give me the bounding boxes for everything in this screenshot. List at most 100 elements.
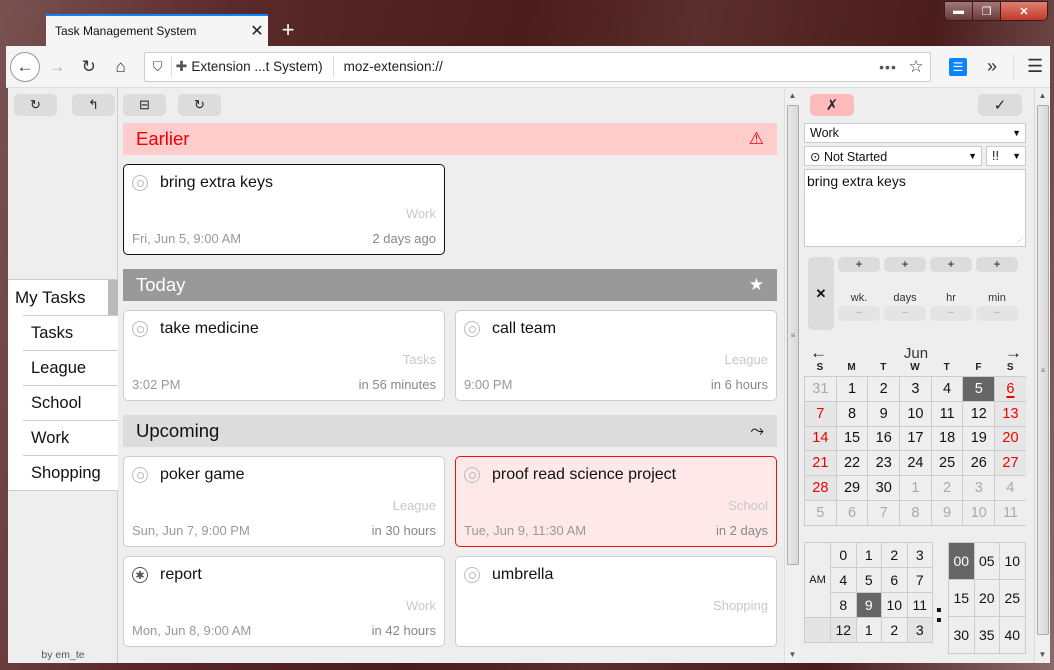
not-started-status-icon[interactable] xyxy=(132,321,148,337)
calendar-day[interactable]: 22 xyxy=(836,451,869,477)
calendar-day[interactable]: 11 xyxy=(931,401,964,427)
minute-cell[interactable]: 00 xyxy=(949,542,975,580)
task-card[interactable]: proof read science project School Tue, Jun… xyxy=(455,456,777,547)
resize-grip-icon[interactable]: ⋰ xyxy=(1016,237,1023,245)
list-group-header[interactable]: My Tasks xyxy=(8,280,118,315)
calendar-day[interactable]: 5 xyxy=(963,377,996,402)
url-bar[interactable]: ⛉ ✚ Extension ...t System) moz-extension… xyxy=(143,51,932,82)
not-started-status-icon[interactable] xyxy=(132,175,148,191)
calendar-day[interactable]: 8 xyxy=(836,401,869,427)
hour-cell[interactable]: 2 xyxy=(882,617,908,643)
sidebar-item-shopping[interactable]: Shopping xyxy=(23,455,118,490)
calendar-day[interactable]: 6 xyxy=(836,500,869,526)
calendar-day[interactable]: 21 xyxy=(805,451,837,477)
calendar-day[interactable]: 14 xyxy=(805,426,837,452)
task-card[interactable]: ✱ report Work Mon, Jun 8, 9:00 AM in 42 hour… xyxy=(123,556,445,647)
task-card[interactable]: umbrella Shopping xyxy=(455,556,777,647)
main-refresh-button[interactable]: ↻ xyxy=(178,94,221,116)
task-extension-icon[interactable]: ☰ xyxy=(949,57,968,76)
hour-cell[interactable]: 3 xyxy=(907,617,933,643)
calendar-day[interactable]: 30 xyxy=(868,476,901,501)
list-select[interactable]: Work ▼ xyxy=(804,123,1026,143)
calendar-day[interactable]: 9 xyxy=(931,500,964,526)
calendar-day[interactable]: 24 xyxy=(900,451,932,477)
next-month-button[interactable]: → xyxy=(1005,343,1022,363)
calendar-day[interactable]: 9 xyxy=(868,401,901,427)
minute-cell[interactable]: 10 xyxy=(1000,542,1026,580)
hamburger-menu-icon[interactable]: ☰ xyxy=(1020,56,1050,77)
hour-cell[interactable]: 3 xyxy=(907,542,933,568)
list-group-scroll-handle[interactable] xyxy=(108,280,118,315)
calendar-day[interactable]: 8 xyxy=(900,500,932,526)
increment-button[interactable]: + xyxy=(930,257,972,272)
site-identity[interactable]: ✚ Extension ...t System) xyxy=(170,55,334,78)
hour-cell[interactable]: 0 xyxy=(831,542,857,568)
sidebar-item-tasks[interactable]: Tasks xyxy=(23,315,118,350)
editor-scrollbar[interactable]: ▲ ≡ ▼ xyxy=(1034,88,1050,663)
not-started-status-icon[interactable] xyxy=(132,467,148,483)
new-tab-button[interactable]: + xyxy=(278,17,298,43)
priority-select[interactable]: !! ▼ xyxy=(986,146,1026,166)
calendar-day[interactable]: 29 xyxy=(836,476,869,501)
section-header[interactable]: Today ★ xyxy=(123,269,777,301)
hour-cell[interactable]: 9 xyxy=(856,592,882,618)
minute-cell[interactable]: 05 xyxy=(974,542,1000,580)
calendar-day[interactable]: 27 xyxy=(995,451,1026,477)
calendar-day[interactable]: 13 xyxy=(995,401,1026,427)
increment-button[interactable]: + xyxy=(976,257,1018,272)
tab-close-icon[interactable]: ✕ xyxy=(246,21,268,41)
cancel-button[interactable]: ✗ xyxy=(810,94,854,116)
calendar-day[interactable]: 2 xyxy=(931,476,964,501)
task-text-input[interactable]: bring extra keys ⋰ xyxy=(804,169,1026,247)
calendar-day[interactable]: 31 xyxy=(805,377,837,402)
not-started-status-icon[interactable] xyxy=(464,567,480,583)
decrement-button[interactable]: – xyxy=(884,306,926,321)
task-card[interactable]: call team League 9:00 PM in 6 hours xyxy=(455,310,777,401)
hour-cell[interactable]: 2 xyxy=(882,542,908,568)
home-button[interactable]: ⌂ xyxy=(106,52,136,82)
calendar-day[interactable]: 4 xyxy=(931,377,964,402)
sidebar-item-league[interactable]: League xyxy=(23,350,118,385)
hour-cell[interactable]: 4 xyxy=(831,567,857,593)
section-header[interactable]: Upcoming ⤳ xyxy=(123,415,777,447)
scroll-thumb[interactable]: ≡ xyxy=(1037,105,1049,635)
clear-duration-button[interactable]: ✕ xyxy=(808,257,834,330)
back-button[interactable]: ← xyxy=(10,51,40,82)
hour-cell[interactable]: 5 xyxy=(856,567,882,593)
hour-cell[interactable]: 1 xyxy=(856,617,882,643)
calendar-day[interactable]: 7 xyxy=(868,500,901,526)
calendar-day[interactable]: 3 xyxy=(900,377,932,402)
main-scrollbar[interactable]: ▲ ≡ ▼ xyxy=(784,88,800,663)
calendar-day[interactable]: 2 xyxy=(868,377,901,402)
starred-status-icon[interactable]: ✱ xyxy=(132,567,148,583)
calendar-day[interactable]: 3 xyxy=(963,476,996,501)
section-header[interactable]: Earlier ⚠ xyxy=(123,123,777,155)
calendar-day[interactable]: 25 xyxy=(931,451,964,477)
sidebar-undo-button[interactable]: ↰ xyxy=(72,94,115,116)
url-text[interactable]: moz-extension:// xyxy=(334,59,874,74)
collapse-button[interactable]: ⊟ xyxy=(123,94,166,116)
minute-cell[interactable]: 20 xyxy=(974,579,1000,617)
save-button[interactable]: ✓ xyxy=(978,94,1022,116)
decrement-button[interactable]: – xyxy=(976,306,1018,321)
minute-cell[interactable]: 25 xyxy=(1000,579,1026,617)
calendar-day[interactable]: 10 xyxy=(963,500,996,526)
browser-tab[interactable]: Task Management System ✕ xyxy=(46,14,268,46)
hour-cell[interactable]: 12 xyxy=(831,617,857,643)
sidebar-item-work[interactable]: Work xyxy=(23,420,118,455)
not-started-status-icon[interactable] xyxy=(464,467,480,483)
pm-label[interactable] xyxy=(805,617,831,643)
page-actions-icon[interactable]: ••• xyxy=(874,59,902,75)
close-window-button[interactable]: ✕ xyxy=(1001,2,1047,20)
scroll-thumb[interactable]: ≡ xyxy=(787,105,799,565)
minimize-button[interactable]: ▬ xyxy=(945,2,973,20)
increment-button[interactable]: + xyxy=(838,257,880,272)
calendar-day[interactable]: 5 xyxy=(805,500,837,526)
hour-cell[interactable]: 8 xyxy=(831,592,857,618)
calendar-day[interactable]: 1 xyxy=(900,476,932,501)
sidebar-refresh-button[interactable]: ↻ xyxy=(14,94,57,116)
calendar-day[interactable]: 23 xyxy=(868,451,901,477)
maximize-button[interactable]: ❐ xyxy=(973,2,1001,20)
prev-month-button[interactable]: ← xyxy=(810,343,827,363)
sidebar-item-school[interactable]: School xyxy=(23,385,118,420)
